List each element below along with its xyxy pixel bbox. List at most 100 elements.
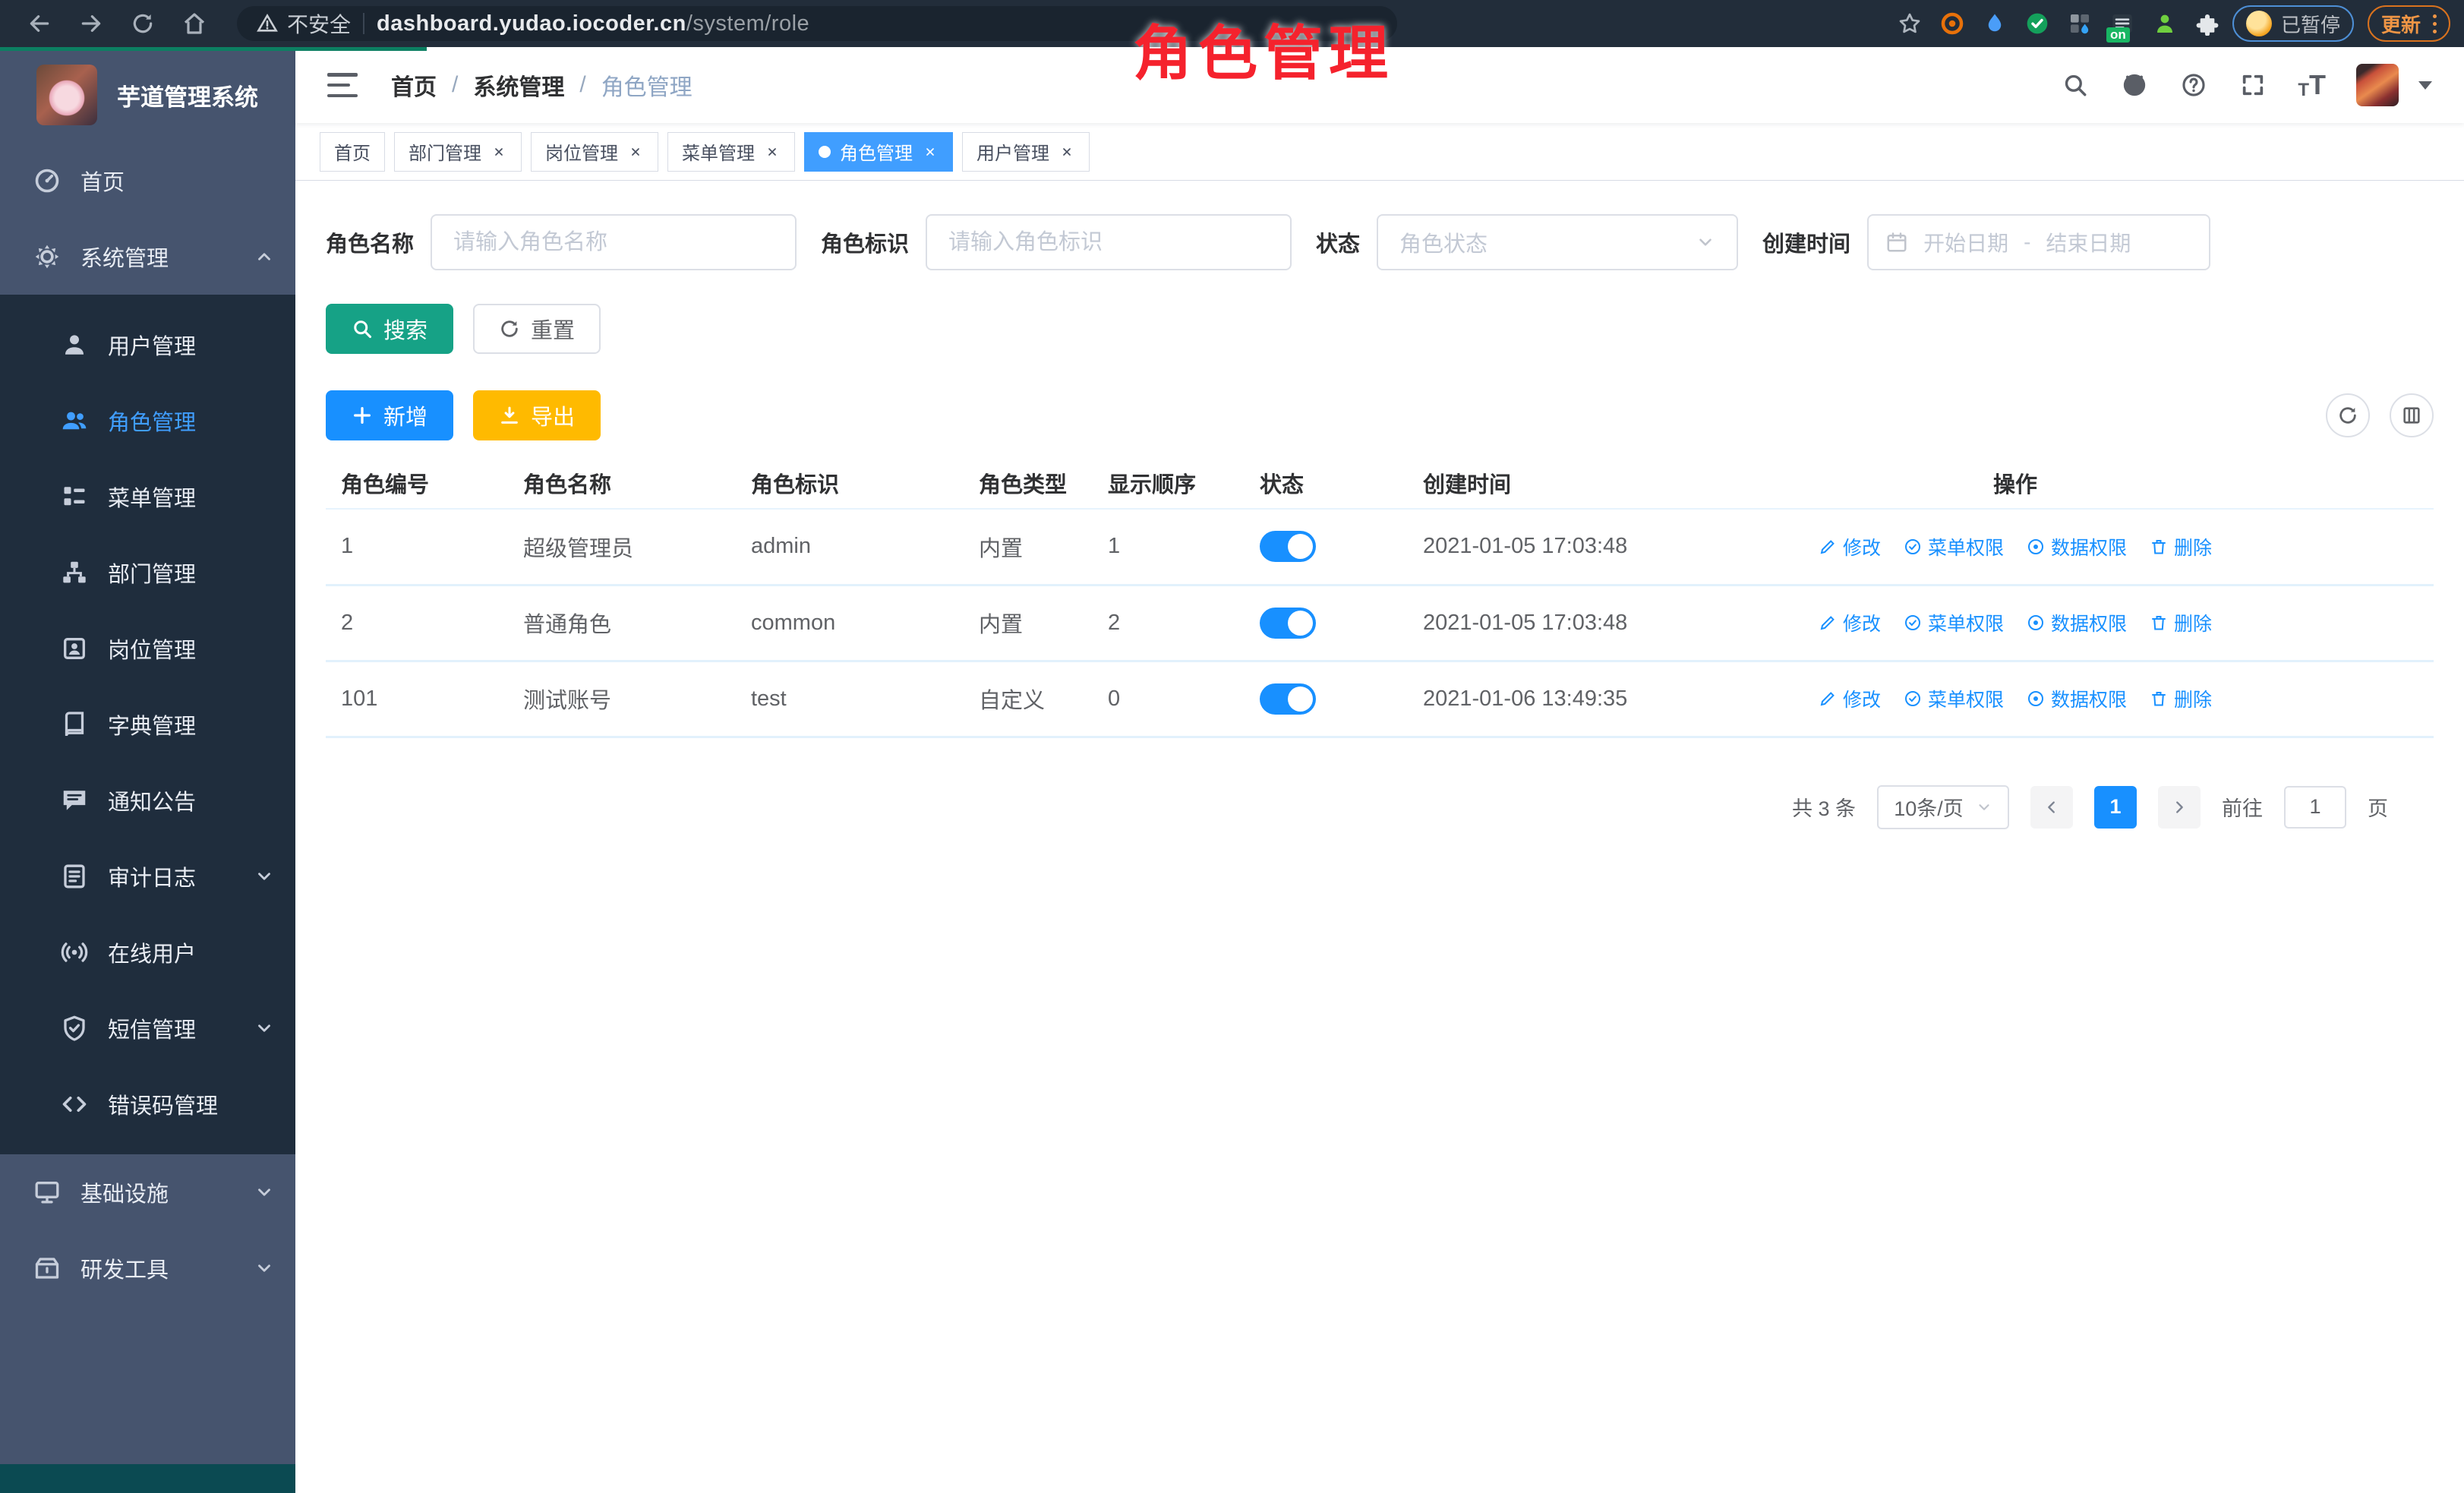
edit-link[interactable]: 修改 — [1819, 609, 1881, 636]
font-size-icon[interactable]: TT — [2298, 69, 2326, 101]
close-icon[interactable] — [922, 144, 939, 160]
goto-page-input[interactable] — [2284, 786, 2346, 829]
avatar-caret-down-icon[interactable] — [2418, 81, 2432, 90]
date-range-picker[interactable]: 开始日期 - 结束日期 — [1867, 214, 2210, 270]
export-button[interactable]: 导出 — [473, 390, 601, 440]
search-icon[interactable] — [2061, 71, 2090, 99]
chevron-down-icon — [254, 866, 274, 886]
role-key-input[interactable] — [926, 214, 1292, 270]
status-select[interactable]: 角色状态 — [1377, 214, 1738, 270]
delete-link[interactable]: 删除 — [2150, 609, 2212, 636]
tab-departments[interactable]: 部门管理 — [394, 132, 522, 172]
browser-home-icon[interactable] — [178, 7, 211, 40]
trash-icon — [2150, 614, 2168, 632]
sidebar-item-sms[interactable]: 短信管理 — [0, 990, 295, 1066]
extension-check-shield-icon[interactable] — [2020, 6, 2055, 41]
browser-update-button[interactable]: 更新 — [2368, 5, 2450, 42]
address-bar[interactable]: 不安全 dashboard.yudao.iocoder.cn/system/ro… — [237, 6, 1397, 41]
extension-grid-icon[interactable] — [2062, 6, 2097, 41]
profile-paused-chip[interactable]: 已暂停 — [2232, 5, 2354, 42]
menu-permission-link[interactable]: 菜单权限 — [1904, 609, 2004, 636]
browser-menu-dots-icon[interactable] — [2433, 14, 2437, 33]
status-switch-on[interactable] — [1260, 531, 1316, 562]
user-icon — [61, 331, 88, 358]
bookmark-star-icon[interactable] — [1892, 6, 1927, 41]
browser-back-icon[interactable] — [23, 7, 56, 40]
sidebar-item-system[interactable]: 系统管理 — [0, 219, 295, 295]
hamburger-icon[interactable] — [327, 73, 358, 97]
circle-dot-icon — [2027, 614, 2045, 632]
plus-icon — [352, 405, 373, 426]
menu-permission-link[interactable]: 菜单权限 — [1904, 533, 2004, 560]
extension-lines-icon[interactable]: on — [2105, 6, 2140, 41]
breadcrumb: 首页 / 系统管理 / 角色管理 — [391, 68, 693, 102]
site-security-chip[interactable]: 不安全 — [257, 8, 351, 39]
table-header-row: 角色编号 角色名称 角色标识 角色类型 显示顺序 状态 创建时间 操作 — [326, 457, 2434, 509]
next-page-button[interactable] — [2158, 786, 2201, 829]
prev-page-button[interactable] — [2030, 786, 2073, 829]
delete-link[interactable]: 删除 — [2150, 685, 2212, 712]
gear-icon — [33, 243, 61, 270]
edit-link[interactable]: 修改 — [1819, 685, 1881, 712]
download-icon — [499, 405, 520, 426]
tab-users[interactable]: 用户管理 — [962, 132, 1090, 172]
app-logo[interactable]: 芋道管理系统 — [0, 47, 295, 143]
role-name-input[interactable] — [431, 214, 797, 270]
org-tree-icon — [61, 559, 88, 586]
github-icon[interactable] — [2120, 71, 2149, 99]
menu-permission-link[interactable]: 菜单权限 — [1904, 685, 2004, 712]
browser-reload-icon[interactable] — [126, 7, 159, 40]
sidebar-item-menus[interactable]: 菜单管理 — [0, 459, 295, 535]
column-settings-button[interactable] — [2390, 393, 2434, 437]
sidebar-submenu-system: 用户管理 角色管理 菜单管理 部门管理 — [0, 295, 295, 1154]
delete-link[interactable]: 删除 — [2150, 533, 2212, 560]
refresh-icon — [2337, 405, 2358, 426]
status-switch-on[interactable] — [1260, 683, 1316, 715]
fullscreen-icon[interactable] — [2238, 71, 2267, 99]
col-actions: 操作 — [1833, 457, 2197, 509]
tab-roles-active[interactable]: 角色管理 — [804, 132, 953, 172]
browser-forward-icon[interactable] — [74, 7, 108, 40]
extension-on-badge: on — [2106, 27, 2130, 43]
edit-link[interactable]: 修改 — [1819, 533, 1881, 560]
close-icon[interactable] — [627, 144, 644, 160]
sidebar-item-roles[interactable]: 角色管理 — [0, 383, 295, 459]
help-icon[interactable] — [2179, 71, 2208, 99]
extension-drop-icon[interactable] — [1977, 6, 2012, 41]
sidebar-item-infrastructure[interactable]: 基础设施 — [0, 1154, 295, 1230]
sidebar-item-departments[interactable]: 部门管理 — [0, 535, 295, 611]
breadcrumb-home[interactable]: 首页 — [391, 68, 437, 102]
data-permission-link[interactable]: 数据权限 — [2027, 609, 2127, 636]
sidebar-item-dictionary[interactable]: 字典管理 — [0, 687, 295, 762]
page-number-active[interactable]: 1 — [2094, 786, 2137, 829]
extension-target-icon[interactable] — [1935, 6, 1970, 41]
search-button[interactable]: 搜索 — [326, 304, 453, 354]
sidebar-item-audit-log[interactable]: 审计日志 — [0, 838, 295, 914]
sidebar-item-label: 研发工具 — [80, 1252, 169, 1284]
close-icon[interactable] — [764, 144, 781, 160]
refresh-table-button[interactable] — [2326, 393, 2370, 437]
sidebar-item-notice[interactable]: 通知公告 — [0, 762, 295, 838]
status-switch-on[interactable] — [1260, 608, 1316, 639]
sidebar-item-online-users[interactable]: 在线用户 — [0, 914, 295, 990]
breadcrumb-system[interactable]: 系统管理 — [473, 68, 564, 102]
page-size-select[interactable]: 10条/页 — [1877, 785, 2009, 829]
tab-menus[interactable]: 菜单管理 — [667, 132, 795, 172]
cell-role-key: common — [736, 585, 964, 661]
tab-home[interactable]: 首页 — [320, 132, 385, 172]
sidebar-item-dev-tools[interactable]: 研发工具 — [0, 1230, 295, 1306]
close-icon[interactable] — [1058, 144, 1075, 160]
extension-robot-icon[interactable] — [2147, 6, 2182, 41]
sidebar-item-error-codes[interactable]: 错误码管理 — [0, 1066, 295, 1142]
sidebar-item-home[interactable]: 首页 — [0, 143, 295, 219]
close-icon[interactable] — [491, 144, 507, 160]
tab-posts[interactable]: 岗位管理 — [531, 132, 658, 172]
user-avatar[interactable] — [2356, 64, 2399, 106]
reset-button[interactable]: 重置 — [473, 304, 601, 354]
data-permission-link[interactable]: 数据权限 — [2027, 685, 2127, 712]
sidebar-item-posts[interactable]: 岗位管理 — [0, 611, 295, 687]
extension-puzzle-icon[interactable] — [2190, 6, 2225, 41]
data-permission-link[interactable]: 数据权限 — [2027, 533, 2127, 560]
add-button[interactable]: 新增 — [326, 390, 453, 440]
sidebar-item-users[interactable]: 用户管理 — [0, 307, 295, 383]
